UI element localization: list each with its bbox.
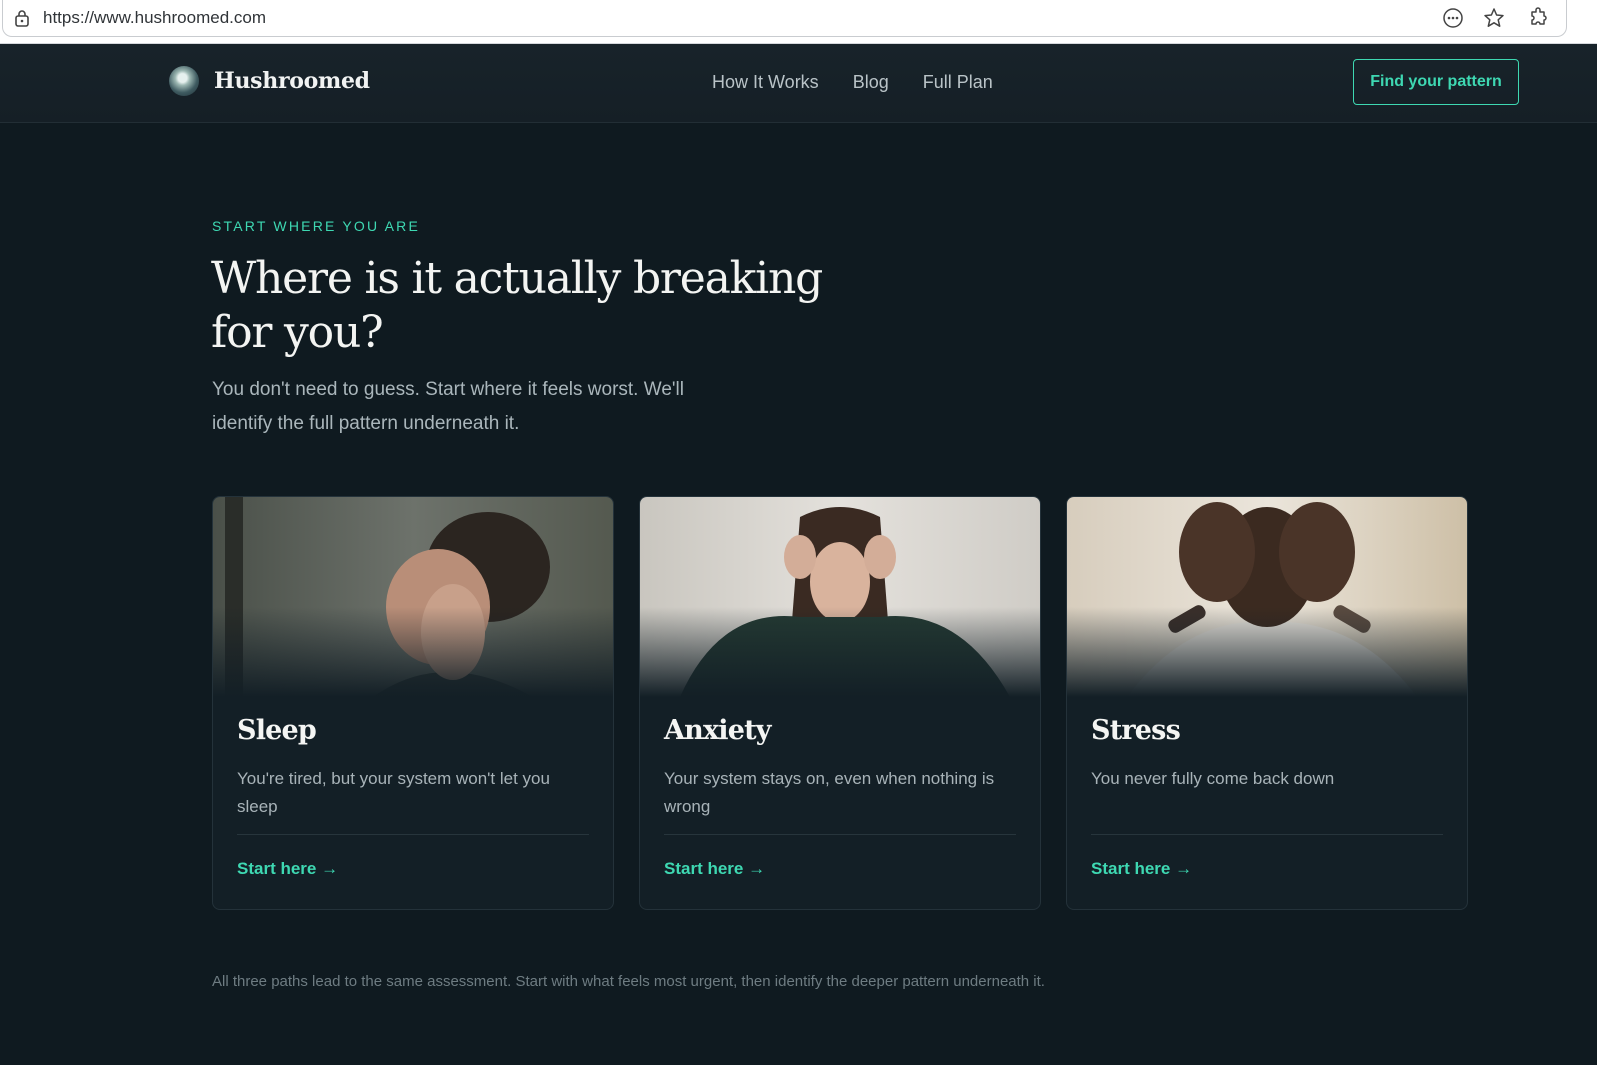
url-text[interactable]: https://www.hushroomed.com	[43, 8, 266, 28]
card-description: Your system stays on, even when nothing …	[664, 769, 995, 816]
anxiety-photo	[640, 497, 1040, 697]
start-here-link[interactable]: Start here →	[664, 859, 765, 879]
card-title: Sleep	[237, 715, 317, 746]
extensions-icon[interactable]	[1527, 7, 1549, 29]
nav-link-blog[interactable]: Blog	[853, 72, 889, 93]
logo-icon[interactable]	[169, 66, 199, 96]
eyebrow-label: START WHERE YOU ARE	[212, 218, 421, 234]
card-title: Stress	[1091, 715, 1181, 746]
find-pattern-button[interactable]: Find your pattern	[1353, 59, 1519, 105]
card-stress[interactable]: Stress You never fully come back down St…	[1066, 496, 1468, 910]
brand-name[interactable]: Hushroomed	[214, 68, 370, 94]
divider	[1091, 834, 1443, 835]
start-here-link[interactable]: Start here →	[237, 859, 338, 879]
divider	[664, 834, 1016, 835]
nav-links: How It Works Blog Full Plan	[712, 72, 993, 93]
stress-photo	[1067, 497, 1467, 697]
lock-icon[interactable]	[14, 9, 30, 27]
hero-subhead: You don't need to guess. Start where it …	[212, 379, 684, 434]
site-header: Hushroomed How It Works Blog Full Plan F…	[0, 44, 1597, 123]
nav-link-full-plan[interactable]: Full Plan	[923, 72, 993, 93]
card-anxiety[interactable]: Anxiety Your system stays on, even when …	[639, 496, 1041, 910]
divider	[237, 834, 589, 835]
footnote: All three paths lead to the same assessm…	[212, 973, 1045, 990]
card-sleep[interactable]: Sleep You're tired, but your system won'…	[212, 496, 614, 910]
sleep-photo	[213, 497, 613, 697]
star-icon[interactable]	[1483, 7, 1505, 29]
address-bar[interactable]: https://www.hushroomed.com	[2, 0, 1567, 37]
nav-link-how-it-works[interactable]: How It Works	[712, 72, 819, 93]
page-title: Where is it actually breaking for you?	[211, 253, 823, 358]
card-description: You never fully come back down	[1091, 769, 1335, 788]
card-title: Anxiety	[664, 715, 771, 746]
more-icon[interactable]	[1442, 7, 1464, 29]
browser-bar: https://www.hushroomed.com	[0, 0, 1597, 44]
start-here-link[interactable]: Start here →	[1091, 859, 1192, 879]
card-description: You're tired, but your system won't let …	[237, 769, 550, 816]
